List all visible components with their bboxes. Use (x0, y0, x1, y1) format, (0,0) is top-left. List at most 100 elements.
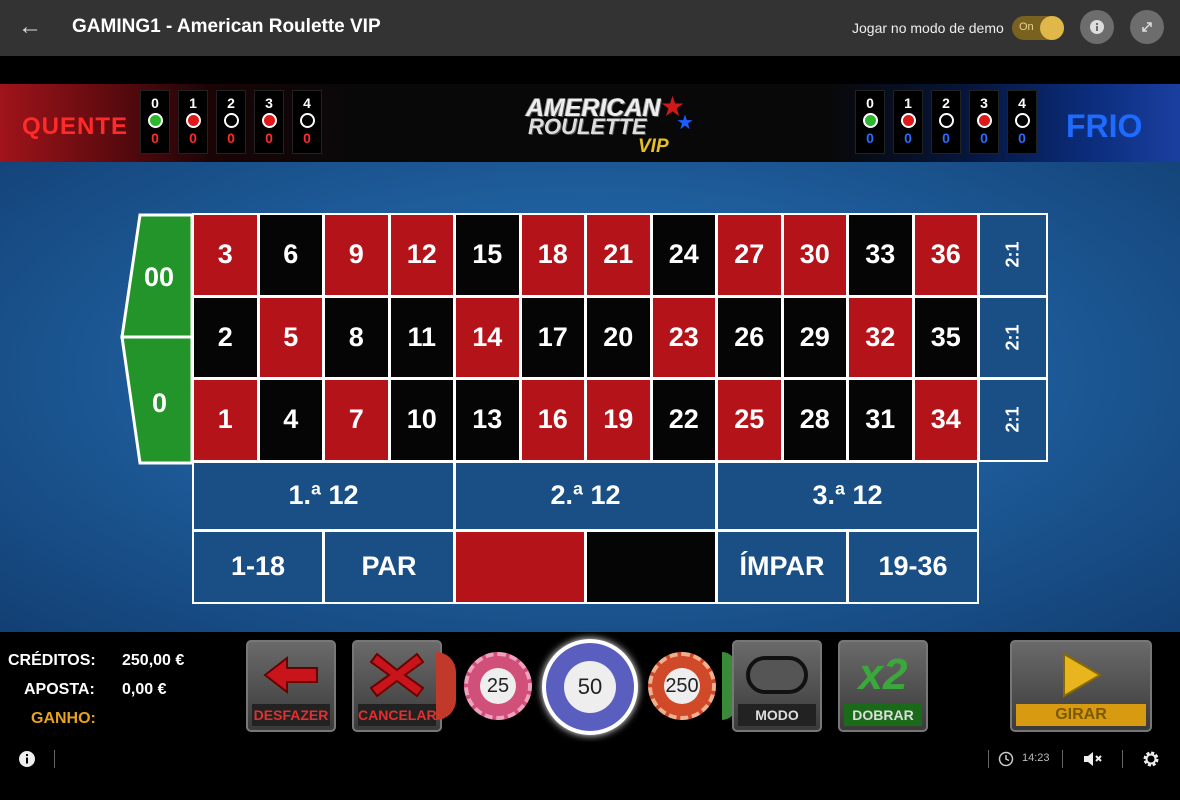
number-cell-3[interactable]: 3 (192, 213, 259, 297)
number-cell-21[interactable]: 21 (585, 213, 652, 297)
number-cell-15[interactable]: 15 (454, 213, 521, 297)
number-cell-34[interactable]: 34 (912, 378, 979, 462)
hot-number-item: 10 (178, 90, 208, 154)
number-cell-13[interactable]: 13 (454, 378, 521, 462)
expand-icon (1142, 22, 1152, 32)
column-bet-2[interactable]: 2:1 (978, 295, 1048, 380)
double-zero-label: 00 (144, 262, 175, 292)
cold-number-number: 1 (904, 95, 912, 111)
info-icon[interactable] (18, 750, 36, 768)
number-cell-27[interactable]: 27 (716, 213, 783, 297)
double-icon: x2 (858, 650, 908, 699)
number-cell-9[interactable]: 9 (323, 213, 390, 297)
number-cell-14[interactable]: 14 (454, 295, 521, 380)
arrow-left-icon (248, 646, 334, 704)
info-button[interactable] (1080, 10, 1114, 44)
dozen-bet-3[interactable]: 3.ª 12 (716, 460, 979, 531)
black-bet[interactable] (585, 529, 717, 604)
number-cell-4[interactable]: 4 (257, 378, 324, 462)
mode-label: MODO (738, 704, 816, 726)
number-cell-22[interactable]: 22 (650, 378, 717, 462)
clock-time: 14:23 (1022, 752, 1050, 764)
color-dot-icon (938, 113, 954, 128)
number-cell-16[interactable]: 16 (519, 378, 586, 462)
number-cell-25[interactable]: 25 (716, 378, 783, 462)
clock-icon (998, 751, 1014, 767)
hot-number-item: 00 (140, 90, 170, 154)
fullscreen-button[interactable] (1130, 10, 1164, 44)
cold-number-item: 40 (1007, 90, 1037, 154)
double-button[interactable]: x2 DOBRAR (838, 640, 928, 732)
number-cell-10[interactable]: 10 (388, 378, 455, 462)
color-dot-icon (261, 113, 277, 128)
cold-number-count: 0 (980, 130, 988, 146)
dozen-bet-1[interactable]: 1.ª 12 (192, 460, 455, 531)
info-icon (1090, 20, 1104, 34)
number-cell-5[interactable]: 5 (257, 295, 324, 380)
toggle-state-label: On (1019, 21, 1034, 33)
column-bet-label: 2:1 (1002, 241, 1023, 268)
number-cell-11[interactable]: 11 (388, 295, 455, 380)
number-cell-36[interactable]: 36 (912, 213, 979, 297)
chip-50-selected[interactable]: 50 (542, 639, 638, 735)
bet-label: APOSTA: (24, 681, 95, 698)
number-cell-7[interactable]: 7 (323, 378, 390, 462)
chip-25[interactable]: 25 (464, 652, 532, 720)
number-cell-33[interactable]: 33 (847, 213, 914, 297)
chip-250[interactable]: 250 (648, 652, 716, 720)
number-cell-19[interactable]: 19 (585, 378, 652, 462)
number-cell-20[interactable]: 20 (585, 295, 652, 380)
number-cell-17[interactable]: 17 (519, 295, 586, 380)
red-bet[interactable] (454, 529, 586, 604)
credits-label: CRÉDITOS: (8, 652, 96, 669)
logo-line-3: VIP (638, 136, 669, 157)
cold-number-item: 30 (969, 90, 999, 154)
dozen-bet-2[interactable]: 2.ª 12 (454, 460, 717, 531)
number-cell-8[interactable]: 8 (323, 295, 390, 380)
cold-number-item: 20 (931, 90, 961, 154)
outside-bet-2[interactable]: PAR (323, 529, 455, 604)
hot-number-count: 0 (151, 130, 159, 146)
number-cell-26[interactable]: 26 (716, 295, 783, 380)
number-cell-30[interactable]: 30 (781, 213, 848, 297)
outside-bet-5[interactable]: ÍMPAR (716, 529, 848, 604)
cancel-button[interactable]: CANCELAR (352, 640, 442, 732)
roulette-table: 00 0 3 6 9 12 15 18 21 24 27 30 33 36 2 5 8 11 14 17 20 23 2… (0, 162, 1180, 632)
chip-partial-left[interactable] (436, 652, 456, 720)
number-cell-2[interactable]: 2 (192, 295, 259, 380)
column-bet-3[interactable]: 2:1 (978, 378, 1048, 462)
game-area: QUENTE 0010203040 ★ ★ AMERICAN ROULETTE … (0, 56, 1180, 742)
demo-mode-toggle[interactable]: On (1012, 16, 1064, 40)
speaker-muted-icon[interactable] (1082, 750, 1104, 768)
number-cell-23[interactable]: 23 (650, 295, 717, 380)
cold-number-number: 0 (866, 95, 874, 111)
cold-number-item: 00 (855, 90, 885, 154)
undo-label: DESFAZER (252, 704, 330, 726)
number-cell-35[interactable]: 35 (912, 295, 979, 380)
cold-number-item: 10 (893, 90, 923, 154)
number-cell-32[interactable]: 32 (847, 295, 914, 380)
blue-star-icon: ★ (676, 112, 694, 134)
spin-button[interactable]: GIRAR (1010, 640, 1152, 732)
cold-number-number: 3 (980, 95, 988, 111)
game-logo: ★ ★ AMERICAN ROULETTE VIP (526, 91, 696, 160)
arrow-left-icon[interactable]: ← (14, 12, 46, 44)
number-cell-1[interactable]: 1 (192, 378, 259, 462)
toggle-icon (734, 646, 820, 704)
outside-bet-6[interactable]: 19-36 (847, 529, 979, 604)
number-cell-24[interactable]: 24 (650, 213, 717, 297)
hot-number-item: 40 (292, 90, 322, 154)
number-cell-12[interactable]: 12 (388, 213, 455, 297)
color-dot-icon (223, 113, 239, 128)
number-cell-18[interactable]: 18 (519, 213, 586, 297)
mode-button[interactable]: MODO (732, 640, 822, 732)
number-cell-29[interactable]: 29 (781, 295, 848, 380)
number-cell-6[interactable]: 6 (257, 213, 324, 297)
outside-bet-1[interactable]: 1-18 (192, 529, 324, 604)
undo-button[interactable]: DESFAZER (246, 640, 336, 732)
hot-number-item: 30 (254, 90, 284, 154)
number-cell-31[interactable]: 31 (847, 378, 914, 462)
gear-icon[interactable] (1141, 749, 1161, 769)
number-cell-28[interactable]: 28 (781, 378, 848, 462)
column-bet-1[interactable]: 2:1 (978, 213, 1048, 297)
